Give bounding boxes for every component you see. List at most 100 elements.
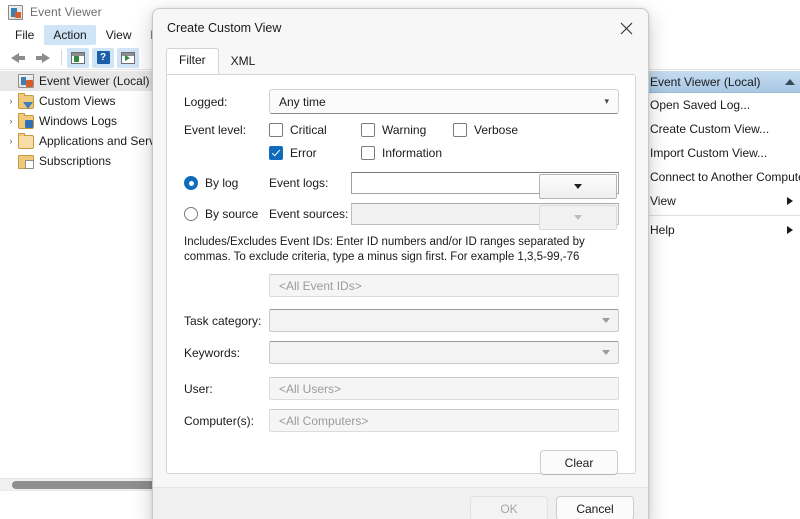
tree-item-label: Event Viewer (Local) [39,74,150,88]
dropdown-arrow-button [539,205,617,230]
submenu-arrow-icon [787,197,793,205]
checkbox-label: Critical [290,123,327,137]
user-input[interactable]: <All Users> [269,377,619,400]
action-help[interactable]: Help [646,218,800,242]
tree-item-label: Windows Logs [39,114,117,128]
computers-label: Computer(s): [184,414,269,428]
chevron-right-icon[interactable]: › [4,136,18,146]
menu-file[interactable]: File [6,25,43,45]
show-hide-action-pane-icon[interactable] [117,48,139,68]
action-label: Import Custom View... [650,146,767,160]
radio-by-log[interactable]: By log [184,176,269,190]
event-level-row-2: Error Information [184,146,619,160]
radio-label: By log [205,176,238,190]
radio-dot [184,176,198,190]
event-logs-dropdown[interactable] [351,172,619,194]
tab-filter[interactable]: Filter [166,48,219,74]
checkbox-verbose[interactable]: Verbose [453,123,518,137]
event-level-checkbox-group-1: Critical Warning Verbose [269,123,619,137]
event-sources-label: Event sources: [269,207,351,221]
actions-separator [646,215,800,216]
logged-label: Logged: [184,95,269,109]
event-viewer-icon [8,5,23,20]
folder-open-icon [18,135,34,149]
tab-xml[interactable]: XML [219,50,268,74]
checkbox-box [453,123,467,137]
chevron-right-icon[interactable]: › [4,96,18,106]
dialog-title: Create Custom View [167,21,281,35]
checkbox-label: Information [382,146,442,160]
event-level-row-1: Event level: Critical Warning Verbose [184,123,619,137]
checkbox-label: Verbose [474,123,518,137]
chevron-down-icon: ▾ [604,97,609,106]
triangle-down-icon [602,318,610,323]
action-label: Help [650,223,675,237]
keywords-row: Keywords: [184,341,619,364]
tree-chevron: › [4,76,18,86]
radio-dot [184,207,198,221]
user-label: User: [184,382,269,396]
logged-dropdown[interactable]: Any time ▾ [269,89,619,114]
actions-pane: Event Viewer (Local) Open Saved Log... C… [645,71,800,471]
event-ids-input[interactable]: <All Event IDs> [269,274,619,297]
folder-filtered-icon [18,95,34,109]
menu-view[interactable]: View [97,25,141,45]
help-icon[interactable]: ? [92,48,114,68]
dialog-footer: OK Cancel [153,487,648,519]
checkbox-box [361,146,375,160]
event-sources-dropdown [351,203,619,225]
action-connect-to-another-computer[interactable]: Connect to Another Computer... [646,165,800,189]
forward-arrow-icon[interactable] [31,48,55,68]
event-viewer-icon [18,74,34,88]
dropdown-arrow-button[interactable] [539,174,617,199]
filter-tab-panel: Logged: Any time ▾ Event level: Critical [166,74,636,474]
chevron-right-icon[interactable]: › [4,116,18,126]
action-label: Open Saved Log... [650,98,750,112]
logged-row: Logged: Any time ▾ [184,89,619,114]
task-category-dropdown[interactable] [269,309,619,332]
menu-action[interactable]: Action [44,25,95,45]
checkbox-warning[interactable]: Warning [361,123,447,137]
checkbox-critical[interactable]: Critical [269,123,355,137]
event-level-label: Event level: [184,123,269,137]
screen: Event Viewer File Action View Help ? › [0,0,800,519]
task-category-label: Task category: [184,314,269,328]
checkbox-label: Error [290,146,317,160]
cancel-button[interactable]: Cancel [556,496,634,519]
ok-button[interactable]: OK [470,496,548,519]
properties-icon[interactable] [67,48,89,68]
computers-input[interactable]: <All Computers> [269,409,619,432]
triangle-down-icon [574,215,582,220]
checkbox-error[interactable]: Error [269,146,355,160]
checkbox-box [361,123,375,137]
clear-button[interactable]: Clear [540,450,618,475]
close-icon[interactable] [604,12,648,44]
event-ids-row: <All Event IDs> [184,274,619,297]
clear-button-row: Clear [184,450,619,475]
tree-item-event-viewer-local[interactable]: › Event Viewer (Local) [0,71,156,91]
toolbar-separator [61,50,62,65]
action-create-custom-view[interactable]: Create Custom View... [646,117,800,141]
tree-item-label: Custom Views [39,94,115,108]
triangle-down-icon [574,184,582,189]
keywords-dropdown[interactable] [269,341,619,364]
subscriptions-icon [18,155,34,169]
logged-value: Any time [279,95,326,109]
event-logs-label: Event logs: [269,176,351,190]
event-ids-help-text: Includes/Excludes Event IDs: Enter ID nu… [184,235,619,265]
actions-pane-header[interactable]: Event Viewer (Local) [646,71,800,93]
computers-row: Computer(s): <All Computers> [184,409,619,432]
action-open-saved-log[interactable]: Open Saved Log... [646,93,800,117]
back-arrow-icon[interactable] [6,48,30,68]
radio-by-source[interactable]: By source [184,207,269,221]
chevron-up-icon[interactable] [785,79,795,85]
create-custom-view-dialog: Create Custom View Filter XML Logged: An… [152,8,649,519]
submenu-arrow-icon [787,226,793,234]
action-view[interactable]: View [646,189,800,213]
by-source-row: By source Event sources: [184,203,619,225]
action-import-custom-view[interactable]: Import Custom View... [646,141,800,165]
radio-label: By source [205,207,258,221]
task-category-row: Task category: [184,309,619,332]
actions-pane-title: Event Viewer (Local) [650,75,761,89]
checkbox-information[interactable]: Information [361,146,442,160]
